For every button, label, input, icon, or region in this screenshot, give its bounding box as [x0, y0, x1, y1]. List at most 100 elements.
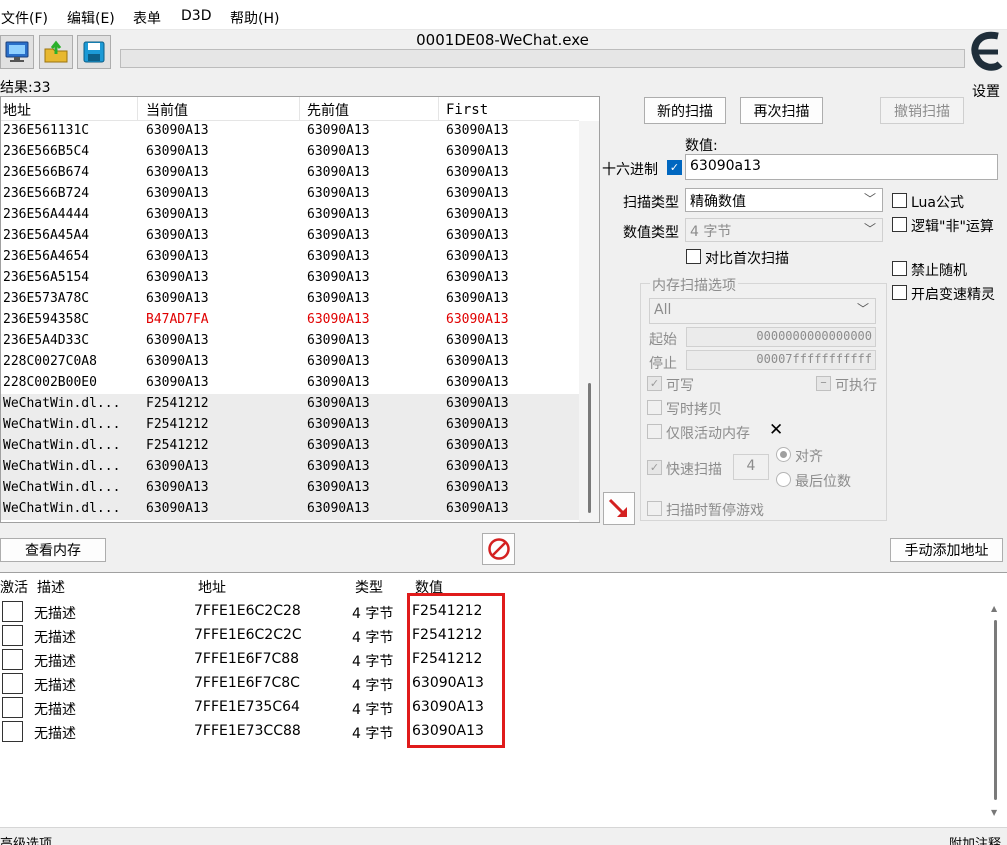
align-label: 对齐 — [795, 449, 823, 465]
advanced-options-link[interactable]: 高级选项 — [0, 833, 52, 845]
scan-type-select[interactable]: 精确数值 ﹀ — [685, 188, 883, 212]
result-address: 236E594358C — [3, 312, 90, 327]
entry-description: 无描述 — [34, 654, 76, 670]
writable-label: 可写 — [666, 378, 694, 394]
pause-game-checkbox[interactable] — [647, 501, 662, 516]
scan-value-input[interactable]: 63090a13 — [685, 154, 998, 180]
result-first-value: 63090A13 — [446, 228, 509, 243]
lua-formula-checkbox[interactable] — [892, 193, 907, 208]
executable-checkbox[interactable]: – — [816, 376, 831, 391]
result-current-value: F2541212 — [146, 396, 209, 411]
result-row[interactable]: 236E594358C B47AD7FA 63090A13 63090A13 — [1, 310, 579, 331]
result-row[interactable]: WeChatWin.dl... F2541212 63090A13 63090A13 — [1, 436, 579, 457]
clear-list-button[interactable] — [482, 533, 515, 565]
cheat-engine-logo-icon[interactable] — [968, 30, 1006, 78]
column-active[interactable]: 激活 — [0, 577, 28, 597]
result-row[interactable]: 236E5A4D33C 63090A13 63090A13 63090A13 — [1, 331, 579, 352]
add-selected-to-list-button[interactable] — [603, 492, 635, 525]
result-row[interactable]: 236E561131C 63090A13 63090A13 63090A13 — [1, 121, 579, 142]
address-list-scrollbar-thumb[interactable] — [994, 620, 997, 800]
menu-file[interactable]: 文件(F) — [1, 8, 48, 28]
entry-type: 4 字节 — [352, 726, 394, 742]
column-first[interactable]: First — [446, 102, 488, 118]
fast-scan-checkbox[interactable]: ✓ — [647, 460, 662, 475]
column-description[interactable]: 描述 — [37, 577, 65, 597]
scroll-up-icon[interactable]: ▲ — [991, 604, 997, 613]
status-bar: 高级选项 附加注释 — [0, 827, 1007, 845]
save-button[interactable] — [77, 35, 111, 69]
result-row[interactable]: 236E566B724 63090A13 63090A13 63090A13 — [1, 184, 579, 205]
result-current-value: 63090A13 — [146, 333, 209, 348]
address-list-scrollbar[interactable]: ▲ ▼ — [985, 590, 1005, 827]
result-current-value: 63090A13 — [146, 165, 209, 180]
menu-d3d[interactable]: D3D — [181, 8, 211, 24]
hex-checkbox[interactable]: ✓ — [667, 160, 682, 175]
result-row[interactable]: 236E573A78C 63090A13 63090A13 63090A13 — [1, 289, 579, 310]
speedhack-label: 开启变速精灵 — [911, 287, 995, 303]
results-scrollbar[interactable] — [579, 121, 599, 522]
last-digits-radio[interactable] — [776, 472, 791, 487]
results-scrollbar-thumb[interactable] — [588, 383, 591, 513]
close-icon[interactable]: ✕ — [769, 420, 783, 440]
menu-help[interactable]: 帮助(H) — [230, 8, 279, 28]
result-row[interactable]: WeChatWin.dl... F2541212 63090A13 63090A13 — [1, 394, 579, 415]
column-current-value[interactable]: 当前值 — [146, 100, 188, 120]
result-previous-value: 63090A13 — [307, 354, 370, 369]
result-row[interactable]: 228C002B00E0 63090A13 63090A13 63090A13 — [1, 373, 579, 394]
result-row[interactable]: 236E56A4654 63090A13 63090A13 63090A13 — [1, 247, 579, 268]
new-scan-button[interactable]: 新的扫描 — [644, 97, 726, 124]
menu-edit[interactable]: 编辑(E) — [67, 8, 115, 28]
result-row[interactable]: 236E566B674 63090A13 63090A13 63090A13 — [1, 163, 579, 184]
table-extras-link[interactable]: 附加注释 — [949, 833, 1001, 845]
copy-on-write-checkbox[interactable] — [647, 400, 662, 415]
computer-icon — [5, 41, 29, 62]
undo-scan-button[interactable]: 撤销扫描 — [880, 97, 964, 124]
align-radio[interactable] — [776, 447, 791, 462]
result-current-value: 63090A13 — [146, 459, 209, 474]
active-memory-label: 仅限活动内存 — [666, 426, 750, 442]
entry-address: 7FFE1E6F7C88 — [194, 651, 300, 667]
scroll-down-icon[interactable]: ▼ — [991, 808, 997, 817]
settings-link[interactable]: 设置 — [972, 81, 1000, 101]
add-address-manually-button[interactable]: 手动添加地址 — [890, 538, 1003, 562]
value-type-select[interactable]: 4 字节 ﹀ — [685, 218, 883, 242]
result-row[interactable]: WeChatWin.dl... 63090A13 63090A13 63090A13 — [1, 457, 579, 478]
no-random-checkbox[interactable] — [892, 261, 907, 276]
entry-type: 4 字节 — [352, 702, 394, 718]
column-address[interactable]: 地址 — [198, 577, 226, 597]
result-row[interactable]: WeChatWin.dl... 63090A13 63090A13 63090A13 — [1, 478, 579, 499]
column-address[interactable]: 地址 — [3, 100, 31, 120]
logic-not-checkbox[interactable] — [892, 217, 907, 232]
column-type[interactable]: 类型 — [355, 577, 383, 597]
fast-scan-alignment-input[interactable]: 4 — [733, 454, 769, 480]
entry-address: 7FFE1E73CC88 — [194, 723, 301, 739]
result-address: 228C002B00E0 — [3, 375, 97, 390]
value-type-label: 数值类型 — [623, 225, 679, 241]
entry-address: 7FFE1E735C64 — [194, 699, 300, 715]
speedhack-checkbox[interactable] — [892, 285, 907, 300]
result-first-value: 63090A13 — [446, 333, 509, 348]
open-file-button[interactable] — [39, 35, 73, 69]
compare-first-checkbox[interactable] — [686, 249, 701, 264]
result-row[interactable]: WeChatWin.dl... 63090A13 63090A13 63090A13 — [1, 499, 579, 520]
result-row[interactable]: 236E56A5154 63090A13 63090A13 63090A13 — [1, 268, 579, 289]
entry-type: 4 字节 — [352, 654, 394, 670]
result-previous-value: 63090A13 — [307, 438, 370, 453]
result-row[interactable]: 236E56A4444 63090A13 63090A13 63090A13 — [1, 205, 579, 226]
scan-results-list[interactable]: 地址 当前值 先前值 First 236E561131C 63090A13 6309… — [0, 96, 600, 523]
menu-table[interactable]: 表单 — [133, 8, 161, 28]
active-memory-checkbox[interactable] — [647, 424, 662, 439]
stop-address-input[interactable]: 00007fffffffffff — [686, 350, 876, 370]
result-row[interactable]: 228C0027C0A8 63090A13 63090A13 63090A13 — [1, 352, 579, 373]
result-row[interactable]: 236E56A45A4 63090A13 63090A13 63090A13 — [1, 226, 579, 247]
writable-checkbox[interactable]: ✓ — [647, 376, 662, 391]
result-current-value: 63090A13 — [146, 270, 209, 285]
select-process-button[interactable] — [0, 35, 34, 69]
result-row[interactable]: WeChatWin.dl... F2541212 63090A13 63090A13 — [1, 415, 579, 436]
column-previous-value[interactable]: 先前值 — [307, 100, 349, 120]
result-row[interactable]: 236E566B5C4 63090A13 63090A13 63090A13 — [1, 142, 579, 163]
start-address-input[interactable]: 0000000000000000 — [686, 327, 876, 347]
memory-region-select[interactable]: All ﹀ — [649, 298, 876, 324]
next-scan-button[interactable]: 再次扫描 — [740, 97, 823, 124]
view-memory-button[interactable]: 查看内存 — [0, 538, 106, 562]
